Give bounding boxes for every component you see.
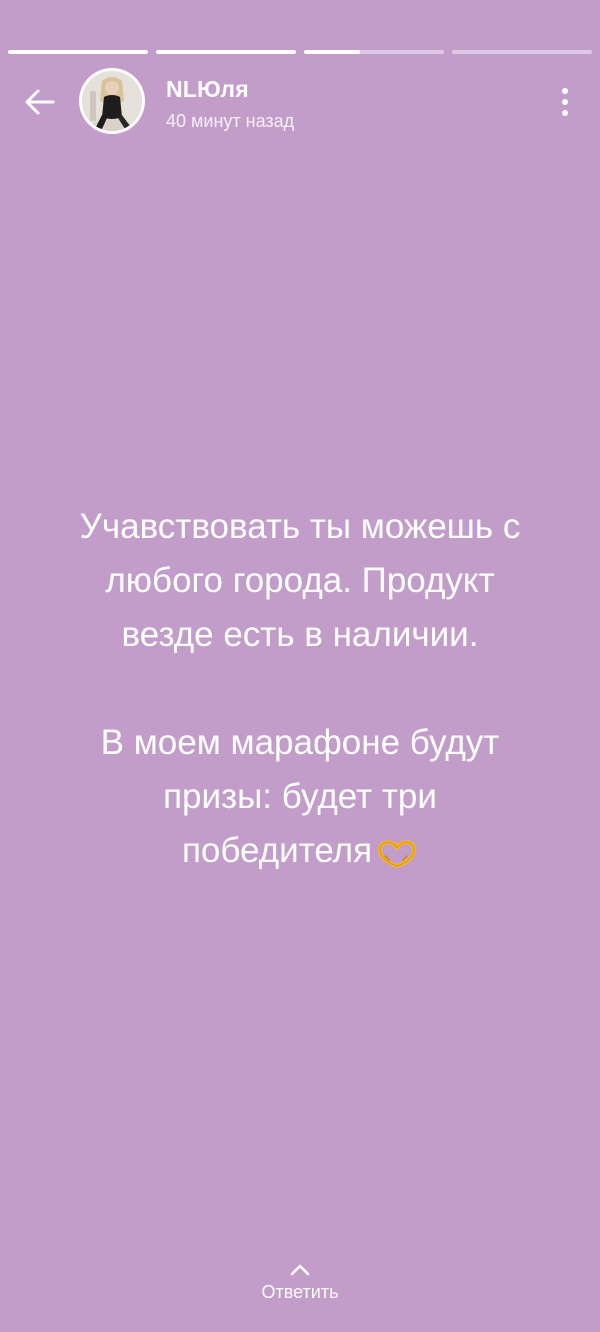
avatar-image [82,71,142,131]
more-vertical-icon-dot [562,110,568,116]
more-options-button[interactable] [550,82,580,122]
story-text: Учавствовать ты можешь с любого города. … [20,500,580,884]
text-line: любого города. Продукт [105,561,495,600]
chevron-up-icon [290,1264,310,1276]
story-progress-bar [8,50,592,54]
avatar[interactable] [79,68,145,134]
progress-segment-1 [8,50,148,54]
text-line: везде есть в наличии. [121,615,479,654]
more-vertical-icon [562,88,568,94]
text-line: Учавствовать ты можешь с [79,507,521,546]
text-line: В моем марафоне будут [100,723,500,762]
user-name[interactable]: NLЮля [166,76,249,103]
arrow-left-icon [25,89,55,115]
back-button[interactable] [18,80,62,124]
story-header: NLЮля 40 минут назад [0,66,600,136]
reply-button[interactable]: Ответить [0,1262,600,1303]
reply-label: Ответить [261,1282,339,1302]
text-line: победителя [181,831,373,870]
heart-hands-emoji [376,830,418,884]
text-line: призы: будет три [163,777,437,816]
text-line-with-emoji: победителя [20,824,580,884]
progress-segment-3 [304,50,444,54]
more-vertical-icon-dot [562,99,568,105]
progress-segment-2 [156,50,296,54]
story-timestamp: 40 минут назад [166,111,295,131]
progress-segment-4 [452,50,592,54]
